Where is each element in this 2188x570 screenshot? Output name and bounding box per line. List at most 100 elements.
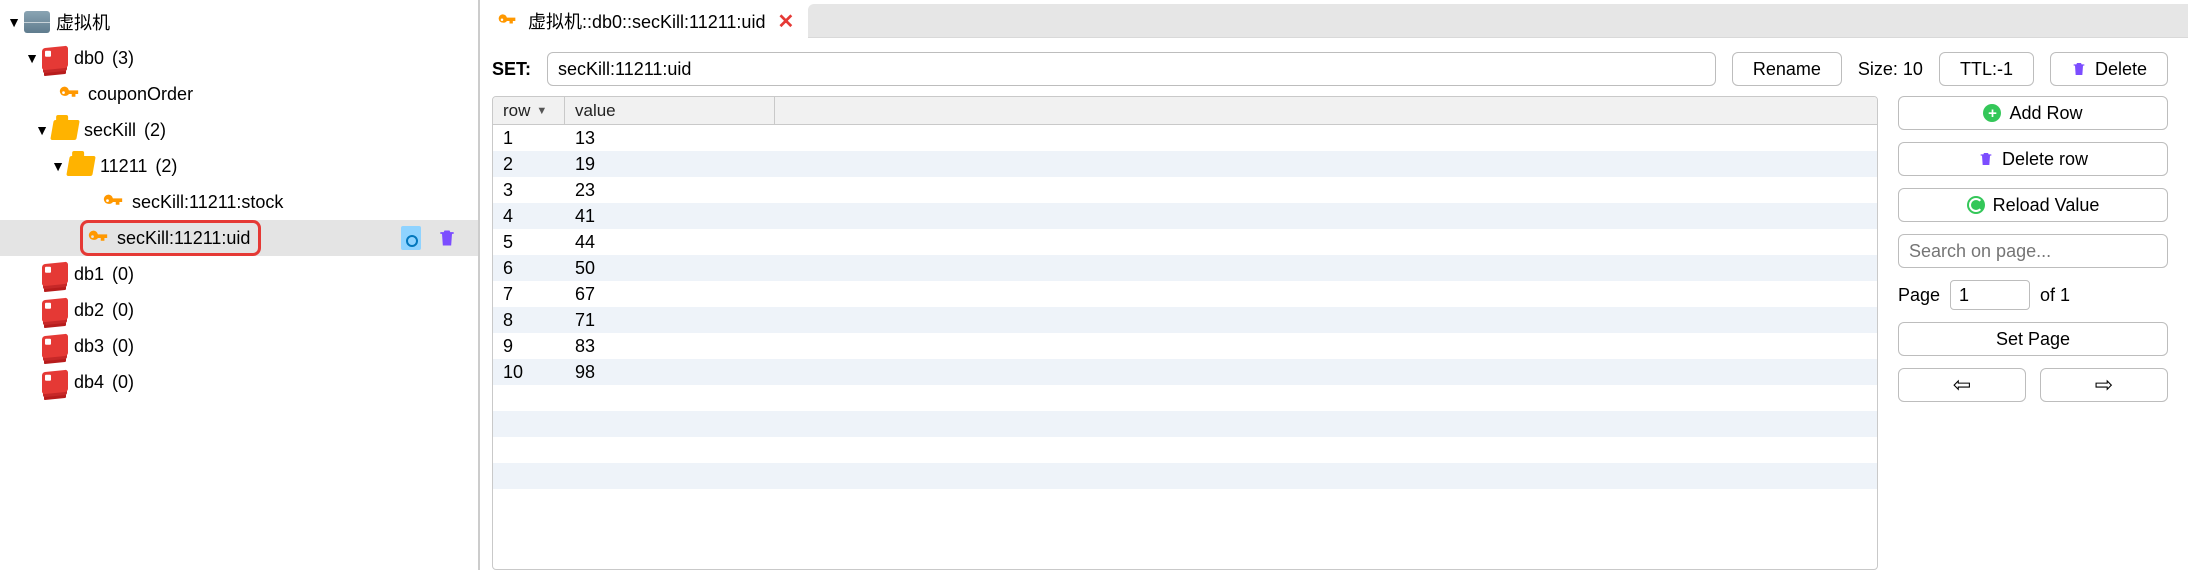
table-row-empty [493,463,1877,489]
tab-bar: 虚拟机::db0::secKill:11211:uid ✕ [480,0,2188,38]
tree-db0-row[interactable]: ▼ db0 (3) [0,40,478,76]
value-sidepanel: + Add Row Delete row Reload Value Page o… [1898,96,2168,570]
tree-db1-count: (0) [104,264,134,285]
rename-button[interactable]: Rename [1732,52,1842,86]
ttl-button[interactable]: TTL:-1 [1939,52,2034,86]
table-row-empty [493,489,1877,515]
database-icon [42,333,68,359]
add-row-button[interactable]: + Add Row [1898,96,2168,130]
tree-db1-row[interactable]: ▼ db1 (0) [0,256,478,292]
page-input[interactable] [1950,280,2030,310]
table-row[interactable]: 871 [493,307,1877,333]
tree-seckill-label: secKill [78,120,136,141]
tree-uid-row[interactable]: secKill:11211:uid [0,220,478,256]
tree-db4-row[interactable]: ▼ db4 (0) [0,364,478,400]
folder-open-icon [52,117,78,143]
table-row[interactable]: 544 [493,229,1877,255]
table-row-empty [493,411,1877,437]
key-size-label: Size: 10 [1858,59,1923,80]
caret-down-icon: ▼ [32,122,52,138]
cell-value: 19 [565,154,1877,175]
trash-icon[interactable] [434,225,460,251]
trash-icon [2071,60,2087,78]
cell-value: 71 [565,310,1877,331]
cell-row: 2 [493,154,565,175]
connection-tree: ▼ 虚拟机 ▼ db0 (3) couponOrder ▼ secKill (2… [0,0,480,570]
tree-11211-count: (2) [147,156,177,177]
database-icon [42,261,68,287]
delete-row-button[interactable]: Delete row [1898,142,2168,176]
tree-db2-label: db2 [68,300,104,321]
tree-11211-row[interactable]: ▼ 11211 (2) [0,148,478,184]
table-row[interactable]: 1098 [493,359,1877,385]
tree-db2-count: (0) [104,300,134,321]
key-name-input[interactable] [547,52,1716,86]
key-icon [494,8,520,34]
set-page-button[interactable]: Set Page [1898,322,2168,356]
add-row-label: Add Row [2009,103,2082,124]
table-row[interactable]: 219 [493,151,1877,177]
cell-value: 83 [565,336,1877,357]
tree-db0-label: db0 [68,48,104,69]
cell-row: 10 [493,362,565,383]
tree-db3-row[interactable]: ▼ db3 (0) [0,328,478,364]
key-toolbar: SET: Rename Size: 10 TTL:-1 Delete [480,38,2188,96]
page-label: Page [1898,285,1940,306]
cell-row: 3 [493,180,565,201]
table-row[interactable]: 767 [493,281,1877,307]
delete-row-label: Delete row [2002,149,2088,170]
table-row[interactable]: 323 [493,177,1877,203]
search-input[interactable] [1898,234,2168,268]
trash-icon [1978,150,1994,168]
cell-row: 7 [493,284,565,305]
key-icon [56,81,82,107]
tab-active[interactable]: 虚拟机::db0::secKill:11211:uid ✕ [480,4,808,38]
cell-row: 1 [493,128,565,149]
tree-server-row[interactable]: ▼ 虚拟机 [0,4,478,40]
tree-stock-label: secKill:11211:stock [126,192,283,213]
key-icon [100,189,126,215]
page-nav: ⇦ ⇨ [1898,368,2168,402]
tree-seckill-row[interactable]: ▼ secKill (2) [0,112,478,148]
main-pane: 虚拟机::db0::secKill:11211:uid ✕ SET: Renam… [480,0,2188,570]
table-row[interactable]: 983 [493,333,1877,359]
tree-db1-label: db1 [68,264,104,285]
tab-title: 虚拟机::db0::secKill:11211:uid [528,8,765,34]
tree-db4-count: (0) [104,372,134,393]
reload-value-button[interactable]: Reload Value [1898,188,2168,222]
cell-value: 13 [565,128,1877,149]
database-icon [42,45,68,71]
table-body: 1132193234415446507678719831098 [493,125,1877,569]
caret-down-icon: ▼ [4,14,24,30]
tree-db2-row[interactable]: ▼ db2 (0) [0,292,478,328]
tree-11211-label: 11211 [94,156,147,177]
page-row: Page of 1 [1898,280,2168,310]
selected-highlight: secKill:11211:uid [80,220,261,256]
cell-value: 50 [565,258,1877,279]
value-table: row ▼ value 1132193234415446507678719831… [492,96,1878,570]
tree-row-actions [398,225,478,251]
next-page-button[interactable]: ⇨ [2040,368,2168,402]
caret-down-icon: ▼ [22,50,42,66]
tree-db3-label: db3 [68,336,104,357]
tree-stock-row[interactable]: ▼ secKill:11211:stock [0,184,478,220]
table-row[interactable]: 113 [493,125,1877,151]
table-col-value[interactable]: value [565,97,775,124]
prev-page-button[interactable]: ⇦ [1898,368,2026,402]
cell-value: 98 [565,362,1877,383]
folder-open-icon [68,153,94,179]
page-of-label: of 1 [2040,285,2070,306]
key-icon [85,225,111,251]
delete-key-button[interactable]: Delete [2050,52,2168,86]
table-row[interactable]: 441 [493,203,1877,229]
table-col-row[interactable]: row ▼ [493,97,565,124]
key-file-icon[interactable] [398,225,424,251]
table-row[interactable]: 650 [493,255,1877,281]
server-icon [24,9,50,35]
close-icon[interactable]: ✕ [777,9,794,34]
tree-couponorder-label: couponOrder [82,84,193,105]
key-type-label: SET: [492,59,531,80]
tree-couponorder-row[interactable]: couponOrder [0,76,478,112]
table-row-empty [493,437,1877,463]
tree-seckill-count: (2) [136,120,166,141]
